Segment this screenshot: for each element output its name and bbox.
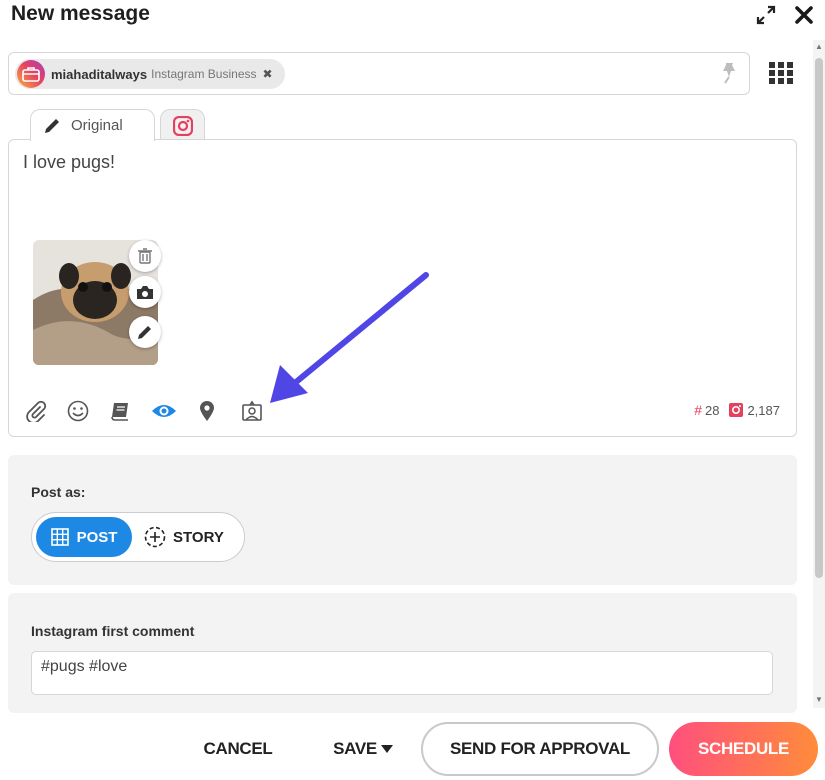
- remove-profile-icon[interactable]: ✖: [263, 67, 273, 81]
- eye-icon: [152, 405, 176, 417]
- location-pin-icon: [200, 401, 214, 421]
- grid-icon: [50, 528, 69, 546]
- camera-icon: [137, 285, 153, 299]
- caret-down-icon: [380, 745, 393, 753]
- close-icon[interactable]: [793, 4, 815, 26]
- emoji-icon: [67, 400, 89, 422]
- preview-button[interactable]: [151, 398, 177, 424]
- scroll-up-arrow[interactable]: ▲: [815, 43, 823, 51]
- tab-original[interactable]: Original: [30, 109, 155, 141]
- tab-instagram[interactable]: [160, 109, 205, 141]
- character-count: 2,187: [747, 402, 780, 418]
- pencil-icon: [138, 326, 151, 339]
- expand-icon[interactable]: [755, 4, 777, 26]
- pin-icon[interactable]: [717, 61, 741, 85]
- scroll-down-arrow[interactable]: ▼: [815, 696, 823, 704]
- briefcase-icon: [22, 67, 40, 82]
- first-comment-input[interactable]: #pugs #love: [31, 651, 773, 695]
- annotation-arrow: [270, 272, 429, 403]
- tab-original-label: Original: [71, 117, 123, 134]
- paperclip-icon: [26, 400, 47, 422]
- emoji-button[interactable]: [65, 398, 91, 424]
- post-counts: # 28 2,187: [694, 402, 780, 418]
- edit-media-button[interactable]: [129, 316, 161, 348]
- pencil-icon: [45, 118, 59, 133]
- add-story-icon: [144, 526, 166, 548]
- first-comment-label: Instagram first comment: [31, 623, 195, 639]
- instagram-icon: [172, 115, 193, 136]
- trash-icon: [138, 248, 152, 264]
- delete-media-button[interactable]: [129, 240, 161, 272]
- cancel-button[interactable]: CANCEL: [190, 722, 286, 776]
- profile-name: miahaditalways: [51, 66, 148, 82]
- post-type-toggle[interactable]: POST STORY: [31, 512, 245, 562]
- story-option[interactable]: STORY: [144, 517, 224, 557]
- post-as-label: Post as:: [31, 484, 86, 500]
- scrollbar-thumb[interactable]: [815, 58, 823, 578]
- first-comment-panel: Instagram first comment #pugs #love: [8, 593, 797, 713]
- hashtag-icon: #: [694, 402, 702, 418]
- message-text[interactable]: I love pugs!: [23, 152, 115, 173]
- post-option-label: POST: [76, 528, 118, 546]
- instagram-icon: [729, 403, 744, 417]
- profile-selector[interactable]: miahaditalways Instagram Business ✖: [8, 52, 750, 95]
- book-icon: [111, 403, 128, 421]
- scrollbar[interactable]: ▲ ▼: [813, 40, 825, 708]
- hashtag-count: 28: [704, 402, 720, 418]
- content-library-button[interactable]: [108, 398, 134, 424]
- story-option-label: STORY: [173, 528, 224, 546]
- save-button-label: SAVE: [333, 739, 377, 758]
- location-button[interactable]: [194, 398, 220, 424]
- post-option[interactable]: POST: [36, 517, 132, 557]
- send-for-approval-button[interactable]: SEND FOR APPROVAL: [421, 722, 659, 776]
- post-as-panel: Post as: POST STORY: [8, 455, 797, 585]
- profile-avatar: [17, 60, 45, 88]
- grid-icon[interactable]: [768, 60, 794, 86]
- camera-button[interactable]: [129, 276, 161, 308]
- save-button[interactable]: SAVE: [320, 722, 406, 776]
- profile-type: Instagram Business: [151, 67, 257, 81]
- schedule-button[interactable]: SCHEDULE: [669, 722, 818, 776]
- selected-profile-chip[interactable]: miahaditalways Instagram Business ✖: [15, 59, 285, 89]
- dialog-title: New message: [11, 2, 150, 25]
- attach-button[interactable]: [23, 398, 49, 424]
